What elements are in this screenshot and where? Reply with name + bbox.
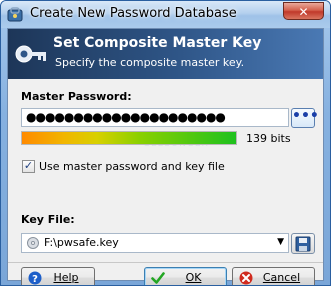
title-bar[interactable]: Create New Password Database ✕ <box>1 1 330 28</box>
help-button-label: Help <box>53 271 79 284</box>
dialog-body: Set Composite Master Key Specify the com… <box>7 28 324 285</box>
key-file-value: F:\pwsafe.key <box>44 236 119 249</box>
save-disk-icon <box>295 236 311 252</box>
ok-button-label: OK <box>185 271 202 284</box>
master-password-input[interactable]: ●●●●●●●●●●●●●●●●●●●●● <box>21 108 289 127</box>
key-file-dropdown[interactable]: F:\pwsafe.key ▼ <box>21 233 289 253</box>
ok-button[interactable]: OK <box>144 267 227 285</box>
help-button[interactable]: ? Help <box>21 267 95 285</box>
key-icon <box>15 45 46 63</box>
close-button[interactable]: ✕ <box>283 2 324 20</box>
cancel-button[interactable]: Cancel <box>232 267 315 285</box>
password-quality-bar <box>21 131 237 145</box>
close-icon: ✕ <box>298 5 309 19</box>
use-master-password-label[interactable]: Use master password and key file <box>39 160 225 173</box>
banner-title: Set Composite Master Key <box>53 35 262 51</box>
svg-text:?: ? <box>32 274 38 285</box>
key-file-label: Key File: <box>21 213 75 226</box>
window-title: Create New Password Database <box>30 6 237 21</box>
button-divider <box>8 262 323 263</box>
chevron-down-icon[interactable]: ▼ <box>277 237 284 247</box>
master-password-label: Master Password: <box>21 90 132 103</box>
cancel-button-label: Cancel <box>262 271 301 284</box>
show-password-button[interactable]: ••• <box>291 108 319 128</box>
header-banner: Set Composite Master Key Specify the com… <box>8 29 323 79</box>
save-key-file-button[interactable] <box>291 233 315 254</box>
cancel-x-icon <box>239 271 253 285</box>
password-quality-fill <box>22 132 236 144</box>
dialog-window: Create New Password Database ✕ Set Compo… <box>0 0 331 286</box>
checkmark-ok-icon <box>151 272 165 284</box>
banner-subtitle: Specify the composite master key. <box>55 56 245 69</box>
keepass-app-icon <box>7 7 23 22</box>
disc-icon <box>27 237 39 249</box>
use-master-password-checkbox[interactable]: ✓ <box>22 160 35 173</box>
help-icon: ? <box>28 271 42 285</box>
checkmark-icon: ✓ <box>23 159 34 172</box>
password-quality-text: 139 bits <box>246 132 291 145</box>
